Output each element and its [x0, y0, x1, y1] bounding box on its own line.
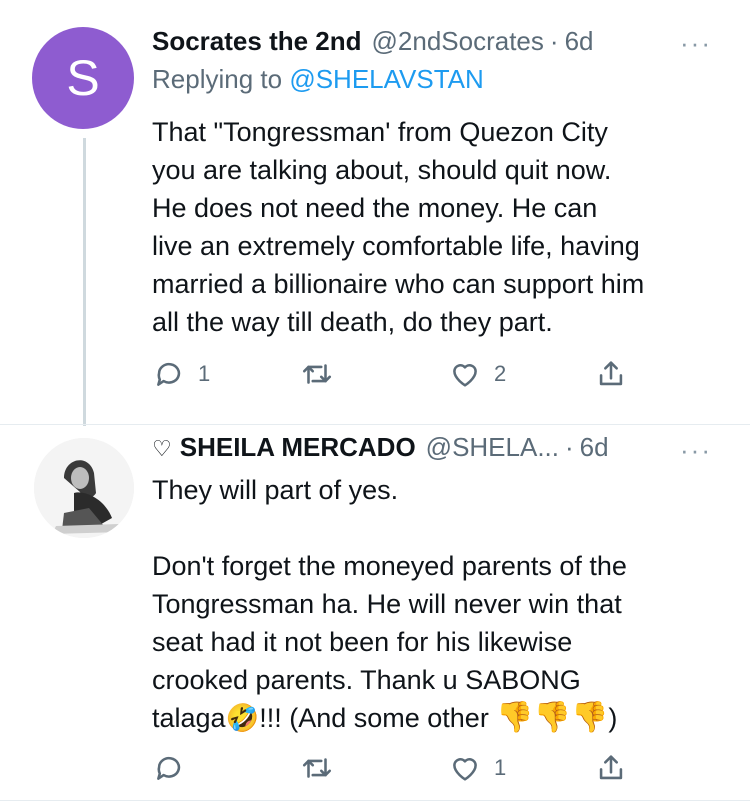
share-button[interactable]: [594, 751, 628, 785]
tweet-text-blank-line: [152, 509, 732, 547]
share-button[interactable]: [594, 357, 628, 391]
tweet-actions: 1: [152, 751, 632, 787]
tweet-text-line: Don't forget the moneyed parents of the: [152, 551, 627, 581]
share-icon: [599, 755, 623, 780]
author-handle[interactable]: @SHELA...: [426, 432, 559, 463]
bottom-divider: [0, 800, 750, 801]
more-options-icon[interactable]: ···: [680, 30, 712, 56]
thread-connector-line: [83, 138, 86, 426]
avatar-photo-image: [34, 438, 134, 538]
like-count: 1: [494, 755, 507, 780]
tweet-text-line: you are talking about, should quit now.: [152, 155, 612, 185]
laughing-emoji: 🤣: [225, 703, 260, 733]
like-button[interactable]: 2: [448, 357, 506, 391]
avatar[interactable]: S: [32, 27, 134, 129]
tweet-text-line-last: talaga🤣!!! (And some other 👎👎👎): [152, 699, 732, 737]
author-name[interactable]: Socrates the 2nd: [152, 26, 362, 57]
avatar[interactable]: [34, 438, 134, 538]
heart-icon: [453, 364, 477, 387]
tweet-text-line: all the way till death, do they part.: [152, 307, 553, 337]
share-icon: [599, 361, 623, 386]
retweet-icon: [302, 364, 332, 384]
retweet-button[interactable]: [300, 751, 346, 785]
tweet-text-line: live an extremely comfortable life, havi…: [152, 231, 640, 261]
tweet-divider: [0, 424, 750, 425]
retweet-icon: [302, 758, 332, 778]
replying-to-label: Replying to: [152, 64, 290, 94]
tweet-header: ♡ SHEILA MERCADO @SHELA... · 6d: [152, 432, 609, 463]
tweet-text: They will part of yes. Don't forget the …: [152, 471, 732, 737]
tweet-text-fragment: !!! (And some other: [259, 703, 497, 733]
heart-prefix-icon: ♡: [152, 436, 172, 461]
tweet-text: That "Tongressman' from Quezon City you …: [152, 113, 732, 341]
replying-to: Replying to @SHELAVSTAN: [152, 64, 484, 95]
author-handle[interactable]: @2ndSocrates: [372, 26, 544, 57]
tweet-actions: 1 2: [152, 357, 632, 393]
timestamp[interactable]: 6d: [580, 432, 609, 463]
tweet-text-fragment: ): [608, 703, 618, 733]
separator-dot: ·: [565, 432, 574, 462]
tweet-text-line: crooked parents. Thank u SABONG: [152, 665, 581, 695]
tweet-text-line: He does not need the money. He can: [152, 193, 598, 223]
reply-button[interactable]: 1: [152, 357, 210, 391]
like-count: 2: [494, 361, 507, 386]
retweet-button[interactable]: [300, 357, 346, 391]
more-options-icon[interactable]: ···: [680, 437, 712, 463]
reply-button[interactable]: [152, 751, 198, 785]
heart-icon: [453, 758, 477, 781]
tweet-text-line: That "Tongressman' from Quezon City: [152, 117, 608, 147]
tweet-text-line: married a billionaire who can support hi…: [152, 269, 645, 299]
reply-icon: [157, 756, 181, 780]
author-name[interactable]: SHEILA MERCADO: [180, 432, 416, 463]
tweet-header: Socrates the 2nd @2ndSocrates · 6d: [152, 26, 594, 57]
separator-dot: ·: [549, 26, 559, 56]
like-button[interactable]: 1: [448, 751, 506, 785]
reply-icon: [157, 362, 181, 386]
thumbs-down-emoji: 👎👎👎: [496, 701, 609, 734]
tweet-text-fragment: talaga: [152, 703, 226, 733]
tweet-text-line: Tongressman ha. He will never win that: [152, 589, 622, 619]
reply-count: 1: [198, 361, 211, 386]
tweet-text-line: They will part of yes.: [152, 475, 399, 505]
replying-to-handle[interactable]: @SHELAVSTAN: [289, 64, 483, 94]
timestamp[interactable]: 6d: [565, 26, 594, 57]
avatar-letter: S: [66, 50, 100, 106]
tweet-text-line: seat had it not been for his likewise: [152, 627, 573, 657]
